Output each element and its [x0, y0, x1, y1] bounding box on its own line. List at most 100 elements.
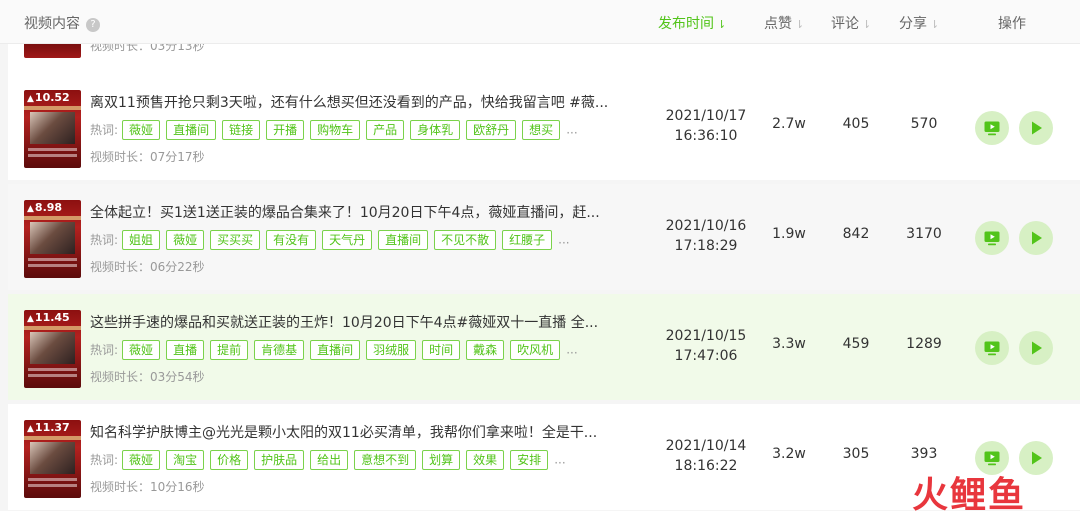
video-duration: 视频时长：10分16秒	[90, 480, 205, 494]
keyword-tag[interactable]: 淘宝	[166, 449, 205, 470]
tv-icon	[984, 231, 1000, 246]
thumb-like-count: ▲11.37	[27, 421, 70, 434]
like-count: 3.2w	[772, 446, 806, 462]
keyword-tag[interactable]: 提前	[210, 339, 249, 360]
publish-date: 2021/10/16	[665, 218, 747, 234]
table-header: 视频内容? 发布时间 ⇂ 点赞 ⇂ 评论 ⇂ 分享 ⇂ 操作	[0, 0, 1080, 44]
more-keywords[interactable]: ...	[566, 123, 577, 137]
sort-shares[interactable]: 分享 ⇂	[899, 13, 939, 33]
keyword-tag[interactable]: 薇娅	[122, 119, 161, 140]
tv-button[interactable]	[975, 111, 1009, 145]
publish-time: 2021/10/17 16:36:10	[648, 106, 764, 146]
keyword-tag[interactable]: 直播间	[310, 339, 361, 360]
sort-comments[interactable]: 评论 ⇂	[831, 13, 871, 33]
video-duration: 视频时长：06分22秒	[90, 260, 205, 274]
video-duration: 视频时长：03分13秒	[90, 44, 205, 53]
video-thumbnail[interactable]: ▲11.37	[24, 420, 81, 498]
publish-time: 2021/10/14 18:16:22	[648, 436, 764, 476]
keyword-tag[interactable]: 直播间	[378, 229, 429, 250]
thumb-up-icon: ▲	[27, 424, 34, 434]
like-count: 3.3w	[772, 336, 806, 352]
keyword-tag[interactable]: 薇娅	[122, 339, 161, 360]
video-thumbnail[interactable]: ▲10.52	[24, 90, 81, 168]
keyword-tag[interactable]: 欧舒丹	[466, 119, 517, 140]
keyword-label: 热词:	[90, 233, 119, 247]
keyword-tag[interactable]: 直播	[166, 339, 205, 360]
tv-button[interactable]	[975, 331, 1009, 365]
keyword-list: 热词: 薇娅 直播间 链接 开播 购物车 产品 身体乳 欧舒丹 想买...	[90, 119, 578, 141]
sort-arrow-icon: ⇂	[717, 18, 727, 31]
keyword-tag[interactable]: 安排	[510, 449, 549, 470]
keyword-tag[interactable]: 护肤品	[254, 449, 305, 470]
keyword-label: 热词:	[90, 343, 119, 357]
play-icon	[1032, 231, 1042, 245]
video-thumbnail[interactable]: ▲8.98	[24, 200, 81, 278]
keyword-list: 热词: 薇娅 直播 提前 肯德基 直播间 羽绒服 时间 戴森 吹风机...	[90, 339, 578, 361]
keyword-tag[interactable]: 羽绒服	[366, 339, 417, 360]
keyword-tag[interactable]: 吹风机	[510, 339, 561, 360]
keyword-tag[interactable]: 想买	[522, 119, 561, 140]
video-title[interactable]: 知名科学护肤博主@光光是颗小太阳的双11必买清单，我帮你们拿来啦！全是干...	[90, 422, 630, 442]
play-button[interactable]	[1019, 111, 1053, 145]
table-row: ▲11.45 这些拼手速的爆品和买就送正装的王炸！10月20日下午4点#薇娅双十…	[8, 294, 1080, 400]
more-keywords[interactable]: ...	[554, 453, 565, 467]
video-thumbnail[interactable]: ▲11.45	[24, 310, 81, 388]
thumbnail-photo	[30, 222, 75, 254]
sort-arrow-icon: ⇂	[795, 18, 805, 31]
publish-time: 2021/10/16 17:18:29	[648, 216, 764, 256]
share-count: 1289	[906, 336, 942, 352]
keyword-tag[interactable]: 价格	[210, 449, 249, 470]
thumb-up-icon: ▲	[27, 204, 34, 214]
keyword-tag[interactable]: 天气丹	[322, 229, 373, 250]
publish-date: 2021/10/14	[665, 438, 747, 454]
keyword-tag[interactable]: 有没有	[266, 229, 317, 250]
keyword-tag[interactable]: 不见不散	[434, 229, 497, 250]
keyword-tag[interactable]: 身体乳	[410, 119, 461, 140]
video-duration: 视频时长：03分54秒	[90, 370, 205, 384]
thumb-up-icon: ▲	[27, 94, 34, 104]
help-icon[interactable]: ?	[86, 18, 100, 32]
keyword-tag[interactable]: 产品	[366, 119, 405, 140]
table-row: ▲10.52 离双11预售开抢只剩3天啦，还有什么想买但还没看到的产品，快给我留…	[8, 74, 1080, 180]
publish-time: 2021/10/15 17:47:06	[648, 326, 764, 366]
keyword-label: 热词:	[90, 123, 119, 137]
video-title[interactable]: 全体起立！买1送1送正装的爆品合集来了！10月20日下午4点，薇娅直播间，赶..…	[90, 202, 630, 222]
keyword-tag[interactable]: 薇娅	[166, 229, 205, 250]
keyword-tag[interactable]: 红腰子	[502, 229, 553, 250]
more-keywords[interactable]: ...	[558, 233, 569, 247]
tv-icon	[984, 451, 1000, 466]
keyword-tag[interactable]: 开播	[266, 119, 305, 140]
more-keywords[interactable]: ...	[566, 343, 577, 357]
keyword-tag[interactable]: 意想不到	[354, 449, 417, 470]
publish-date: 2021/10/17	[665, 108, 747, 124]
keyword-tag[interactable]: 购物车	[310, 119, 361, 140]
like-count: 1.9w	[772, 226, 806, 242]
keyword-tag[interactable]: 划算	[422, 449, 461, 470]
thumb-like-count: ▲10.52	[27, 91, 70, 104]
keyword-tag[interactable]: 时间	[422, 339, 461, 360]
like-count: 2.7w	[772, 116, 806, 132]
keyword-tag[interactable]: 戴森	[466, 339, 505, 360]
tv-button[interactable]	[975, 221, 1009, 255]
keyword-tag[interactable]: 效果	[466, 449, 505, 470]
play-button[interactable]	[1019, 221, 1053, 255]
keyword-tag[interactable]: 姐姐	[122, 229, 161, 250]
video-duration: 视频时长：07分17秒	[90, 150, 205, 164]
sort-likes[interactable]: 点赞 ⇂	[764, 13, 804, 33]
play-button[interactable]	[1019, 331, 1053, 365]
thumbnail-photo	[30, 442, 75, 474]
keyword-tag[interactable]: 薇娅	[122, 449, 161, 470]
keyword-tag[interactable]: 买买买	[210, 229, 261, 250]
video-thumbnail[interactable]	[24, 44, 81, 58]
keyword-list: 热词: 姐姐 薇娅 买买买 有没有 天气丹 直播间 不见不散 红腰子...	[90, 229, 570, 251]
table-row: ▲8.98 全体起立！买1送1送正装的爆品合集来了！10月20日下午4点，薇娅直…	[8, 184, 1080, 290]
keyword-tag[interactable]: 链接	[222, 119, 261, 140]
keyword-tag[interactable]: 肯德基	[254, 339, 305, 360]
video-title[interactable]: 这些拼手速的爆品和买就送正装的王炸！10月20日下午4点#薇娅双十一直播 全..…	[90, 312, 630, 332]
play-icon	[1032, 451, 1042, 465]
keyword-tag[interactable]: 给出	[310, 449, 349, 470]
sort-publish-time[interactable]: 发布时间 ⇂	[658, 13, 726, 33]
video-title[interactable]: 离双11预售开抢只剩3天啦，还有什么想买但还没看到的产品，快给我留言吧 #薇..…	[90, 92, 630, 112]
keyword-tag[interactable]: 直播间	[166, 119, 217, 140]
thumb-like-count: ▲11.45	[27, 311, 70, 324]
